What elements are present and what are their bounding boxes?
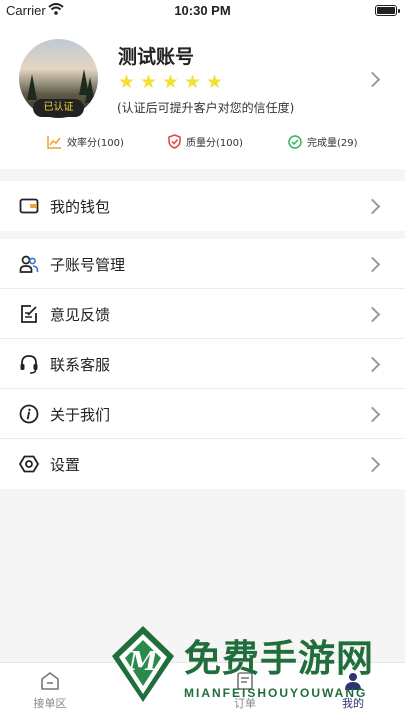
home-icon xyxy=(41,672,59,690)
status-time: 10:30 PM xyxy=(174,3,231,18)
chevron-right-icon xyxy=(364,71,381,88)
watermark-logo-letter: M xyxy=(128,647,159,677)
watermark: M 免费手游网 MIANFEISHOUYOUWANG xyxy=(108,622,405,720)
metric-label: 效率分(100) xyxy=(67,138,124,149)
menu-item-feedback[interactable]: 意见反馈 xyxy=(0,289,405,339)
settings-icon xyxy=(19,455,39,473)
metric-label: 完成量(29) xyxy=(307,138,358,149)
tab-order-pool[interactable]: 接单区 xyxy=(10,671,90,711)
star-icon: ★ xyxy=(140,71,158,93)
metric-label: 质量分(100) xyxy=(186,138,243,149)
check-circle-icon xyxy=(288,134,302,149)
metric-completed: 完成量(29) xyxy=(288,134,358,149)
star-icon: ★ xyxy=(184,71,202,93)
profile-name: 测试账号 xyxy=(118,46,195,68)
star-icon: ★ xyxy=(118,71,136,93)
settings-menu: 子账号管理 意见反馈 联系客服 关于我们 设置 xyxy=(0,239,405,489)
menu-item-sub-accounts[interactable]: 子账号管理 xyxy=(0,239,405,289)
profile-metrics: 效率分(100) 质量分(100) 完成量(29) xyxy=(0,134,405,156)
menu-item-label: 联系客服 xyxy=(50,356,111,374)
shield-check-icon xyxy=(168,134,181,149)
watermark-title: 免费手游网 xyxy=(184,636,374,680)
rating-stars: ★ ★ ★ ★ ★ xyxy=(118,73,225,92)
status-bar: Carrier 10:30 PM xyxy=(0,0,405,22)
menu-item-label: 我的钱包 xyxy=(50,198,111,216)
menu-item-label: 关于我们 xyxy=(50,406,111,424)
chevron-right-icon xyxy=(364,198,381,215)
menu-item-label: 意见反馈 xyxy=(50,306,111,324)
star-icon: ★ xyxy=(206,71,224,93)
wallet-icon xyxy=(19,198,39,214)
trend-chart-icon xyxy=(47,135,61,149)
menu-item-wallet[interactable]: 我的钱包 xyxy=(0,181,405,231)
feedback-edit-icon xyxy=(21,305,37,323)
wallet-group: 我的钱包 xyxy=(0,181,405,231)
battery-icon xyxy=(375,5,400,16)
chevron-right-icon xyxy=(364,356,381,373)
verified-badge: 已认证 xyxy=(33,99,84,117)
metric-efficiency: 效率分(100) xyxy=(47,134,124,149)
menu-item-customer-service[interactable]: 联系客服 xyxy=(0,339,405,389)
info-icon xyxy=(19,404,39,424)
menu-item-about-us[interactable]: 关于我们 xyxy=(0,389,405,439)
chevron-right-icon xyxy=(364,456,381,473)
menu-item-label: 设置 xyxy=(50,456,81,474)
metric-quality: 质量分(100) xyxy=(168,134,243,149)
profile-card[interactable]: 已认证 测试账号 ★ ★ ★ ★ ★ (认证后可提升客户对您的信任度) 效率分(… xyxy=(0,22,405,169)
star-icon: ★ xyxy=(162,71,180,93)
headset-icon xyxy=(20,355,38,374)
users-icon xyxy=(19,255,39,273)
menu-item-label: 子账号管理 xyxy=(50,256,126,274)
tab-label: 接单区 xyxy=(33,697,67,710)
chevron-right-icon xyxy=(364,256,381,273)
verification-hint: (认证后可提升客户对您的信任度) xyxy=(117,101,295,115)
chevron-right-icon xyxy=(364,306,381,323)
watermark-logo: M xyxy=(112,626,174,702)
watermark-subtitle: MIANFEISHOUYOUWANG xyxy=(184,686,368,700)
menu-item-settings[interactable]: 设置 xyxy=(0,439,405,489)
chevron-right-icon xyxy=(364,406,381,423)
